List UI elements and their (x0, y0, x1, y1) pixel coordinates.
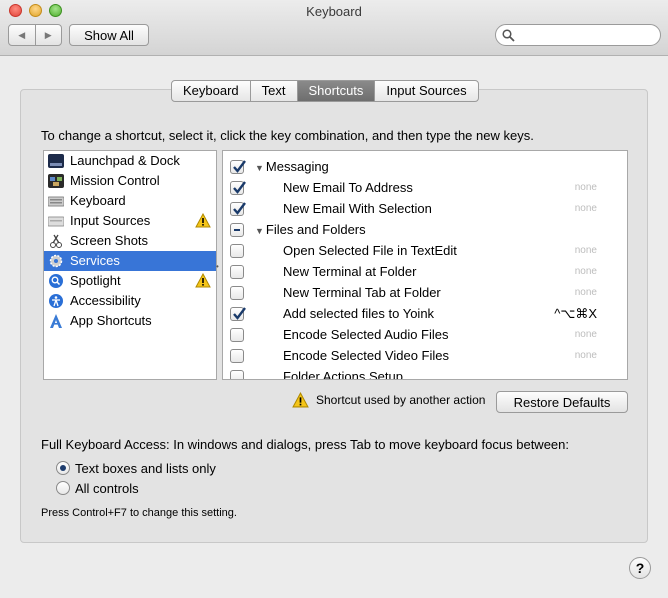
category-services[interactable]: Services (44, 251, 216, 271)
conflict-legend: Shortcut used by another action (292, 392, 485, 408)
shortcut-group-row[interactable]: ▼ Messaging (223, 156, 627, 177)
category-mission-control[interactable]: Mission Control (44, 171, 216, 191)
checkbox[interactable] (230, 265, 244, 279)
category-launchpad-dock[interactable]: Launchpad & Dock (44, 151, 216, 171)
checkbox[interactable] (230, 244, 244, 258)
shortcut-row[interactable]: New Email To Address none (223, 177, 627, 198)
radio-all-controls[interactable] (56, 481, 70, 495)
category-spotlight[interactable]: Spotlight (44, 271, 216, 291)
mission-control-icon (48, 174, 64, 188)
shortcut-row[interactable]: Open Selected File in TextEdit none (223, 240, 627, 261)
checkbox[interactable] (230, 160, 246, 174)
radio-all-controls-label[interactable]: All controls (75, 481, 139, 496)
shortcut-group-row[interactable]: ▼ Files and Folders (223, 219, 627, 240)
full-keyboard-access-label: Full Keyboard Access: In windows and dia… (41, 437, 569, 452)
splitter-handle-icon[interactable]: • (216, 262, 219, 271)
checkbox[interactable] (230, 307, 246, 321)
input-sources-icon (48, 216, 64, 227)
tab-bar: Keyboard Text Shortcuts Input Sources (171, 80, 479, 102)
keyboard-icon (48, 196, 64, 207)
help-button[interactable]: ? (629, 557, 651, 579)
shortcut-key[interactable]: none (575, 198, 597, 219)
keyboard-hint: Press Control+F7 to change this setting. (41, 507, 237, 519)
forward-arrow-icon[interactable]: ▶ (36, 25, 62, 45)
screenshot-icon (50, 234, 62, 248)
search-input[interactable] (495, 24, 661, 46)
warning-icon (195, 213, 211, 228)
tab-shortcuts[interactable]: Shortcuts (297, 81, 376, 101)
tab-input-sources[interactable]: Input Sources (375, 81, 477, 101)
back-arrow-icon[interactable]: ◀ (9, 25, 36, 45)
checkmark-icon (233, 202, 246, 215)
window-titlebar: Keyboard ◀ ▶ Show All (0, 0, 668, 56)
category-accessibility[interactable]: Accessibility (44, 291, 216, 311)
shortcut-row[interactable]: New Terminal at Folder none (223, 261, 627, 282)
spotlight-icon (49, 274, 63, 288)
shortcut-key[interactable]: none (575, 282, 597, 303)
disclosure-triangle-icon[interactable]: ▼ (255, 163, 264, 173)
checkmark-icon (233, 307, 246, 320)
shortcut-row[interactable]: Encode Selected Audio Files none (223, 324, 627, 345)
warning-icon (195, 273, 211, 288)
shortcut-key[interactable]: none (575, 261, 597, 282)
shortcut-row[interactable]: Encode Selected Video Files none (223, 345, 627, 366)
shortcut-key[interactable]: none (575, 324, 597, 345)
accessibility-icon (49, 294, 63, 308)
shortcut-key[interactable]: none (575, 345, 597, 366)
show-all-button[interactable]: Show All (69, 24, 149, 46)
back-forward-group: ◀ ▶ (8, 24, 62, 46)
legend-text: Shortcut used by another action (316, 393, 486, 407)
launchpad-icon (48, 154, 64, 168)
checkbox[interactable] (230, 328, 244, 342)
checkbox[interactable] (230, 349, 244, 363)
tab-keyboard[interactable]: Keyboard (172, 81, 251, 101)
category-app-shortcuts[interactable]: App Shortcuts (44, 311, 216, 331)
shortcut-row[interactable]: New Terminal Tab at Folder none (223, 282, 627, 303)
window-title: Keyboard (306, 4, 362, 19)
shortcut-key[interactable]: none (575, 177, 597, 198)
instruction-text: To change a shortcut, select it, click t… (41, 128, 534, 143)
mixed-state-icon (234, 229, 240, 231)
search-icon (502, 29, 515, 42)
checkbox[interactable] (230, 370, 244, 379)
category-list[interactable]: Launchpad & Dock Mission Control Keyboar… (43, 150, 217, 380)
category-keyboard[interactable]: Keyboard (44, 191, 216, 211)
category-screen-shots[interactable]: Screen Shots (44, 231, 216, 251)
checkmark-icon (233, 181, 246, 194)
checkbox[interactable] (230, 181, 246, 195)
checkmark-icon (233, 160, 246, 173)
checkbox[interactable] (230, 202, 246, 216)
category-input-sources[interactable]: Input Sources (44, 211, 216, 231)
shortcut-key[interactable]: none (575, 240, 597, 261)
shortcut-key[interactable]: ^⌥⌘X (554, 303, 597, 324)
app-shortcuts-icon (50, 314, 62, 328)
checkbox[interactable] (230, 223, 244, 237)
warning-icon (292, 392, 309, 408)
services-gear-icon (49, 254, 63, 268)
restore-defaults-button[interactable]: Restore Defaults (496, 391, 628, 413)
radio-text-boxes-lists-label[interactable]: Text boxes and lists only (75, 461, 216, 476)
radio-text-boxes-lists[interactable] (56, 461, 70, 475)
radio-selected-dot (60, 465, 66, 471)
disclosure-triangle-icon[interactable]: ▼ (255, 226, 264, 236)
checkbox[interactable] (230, 286, 244, 300)
shortcut-row[interactable]: Folder Actions Setup... (223, 366, 627, 379)
shortcut-row[interactable]: Add selected files to Yoink ^⌥⌘X (223, 303, 627, 324)
tab-text[interactable]: Text (251, 81, 298, 101)
shortcut-row[interactable]: New Email With Selection none (223, 198, 627, 219)
shortcut-list[interactable]: ▼ Messaging New Email To Address none New… (222, 150, 628, 380)
